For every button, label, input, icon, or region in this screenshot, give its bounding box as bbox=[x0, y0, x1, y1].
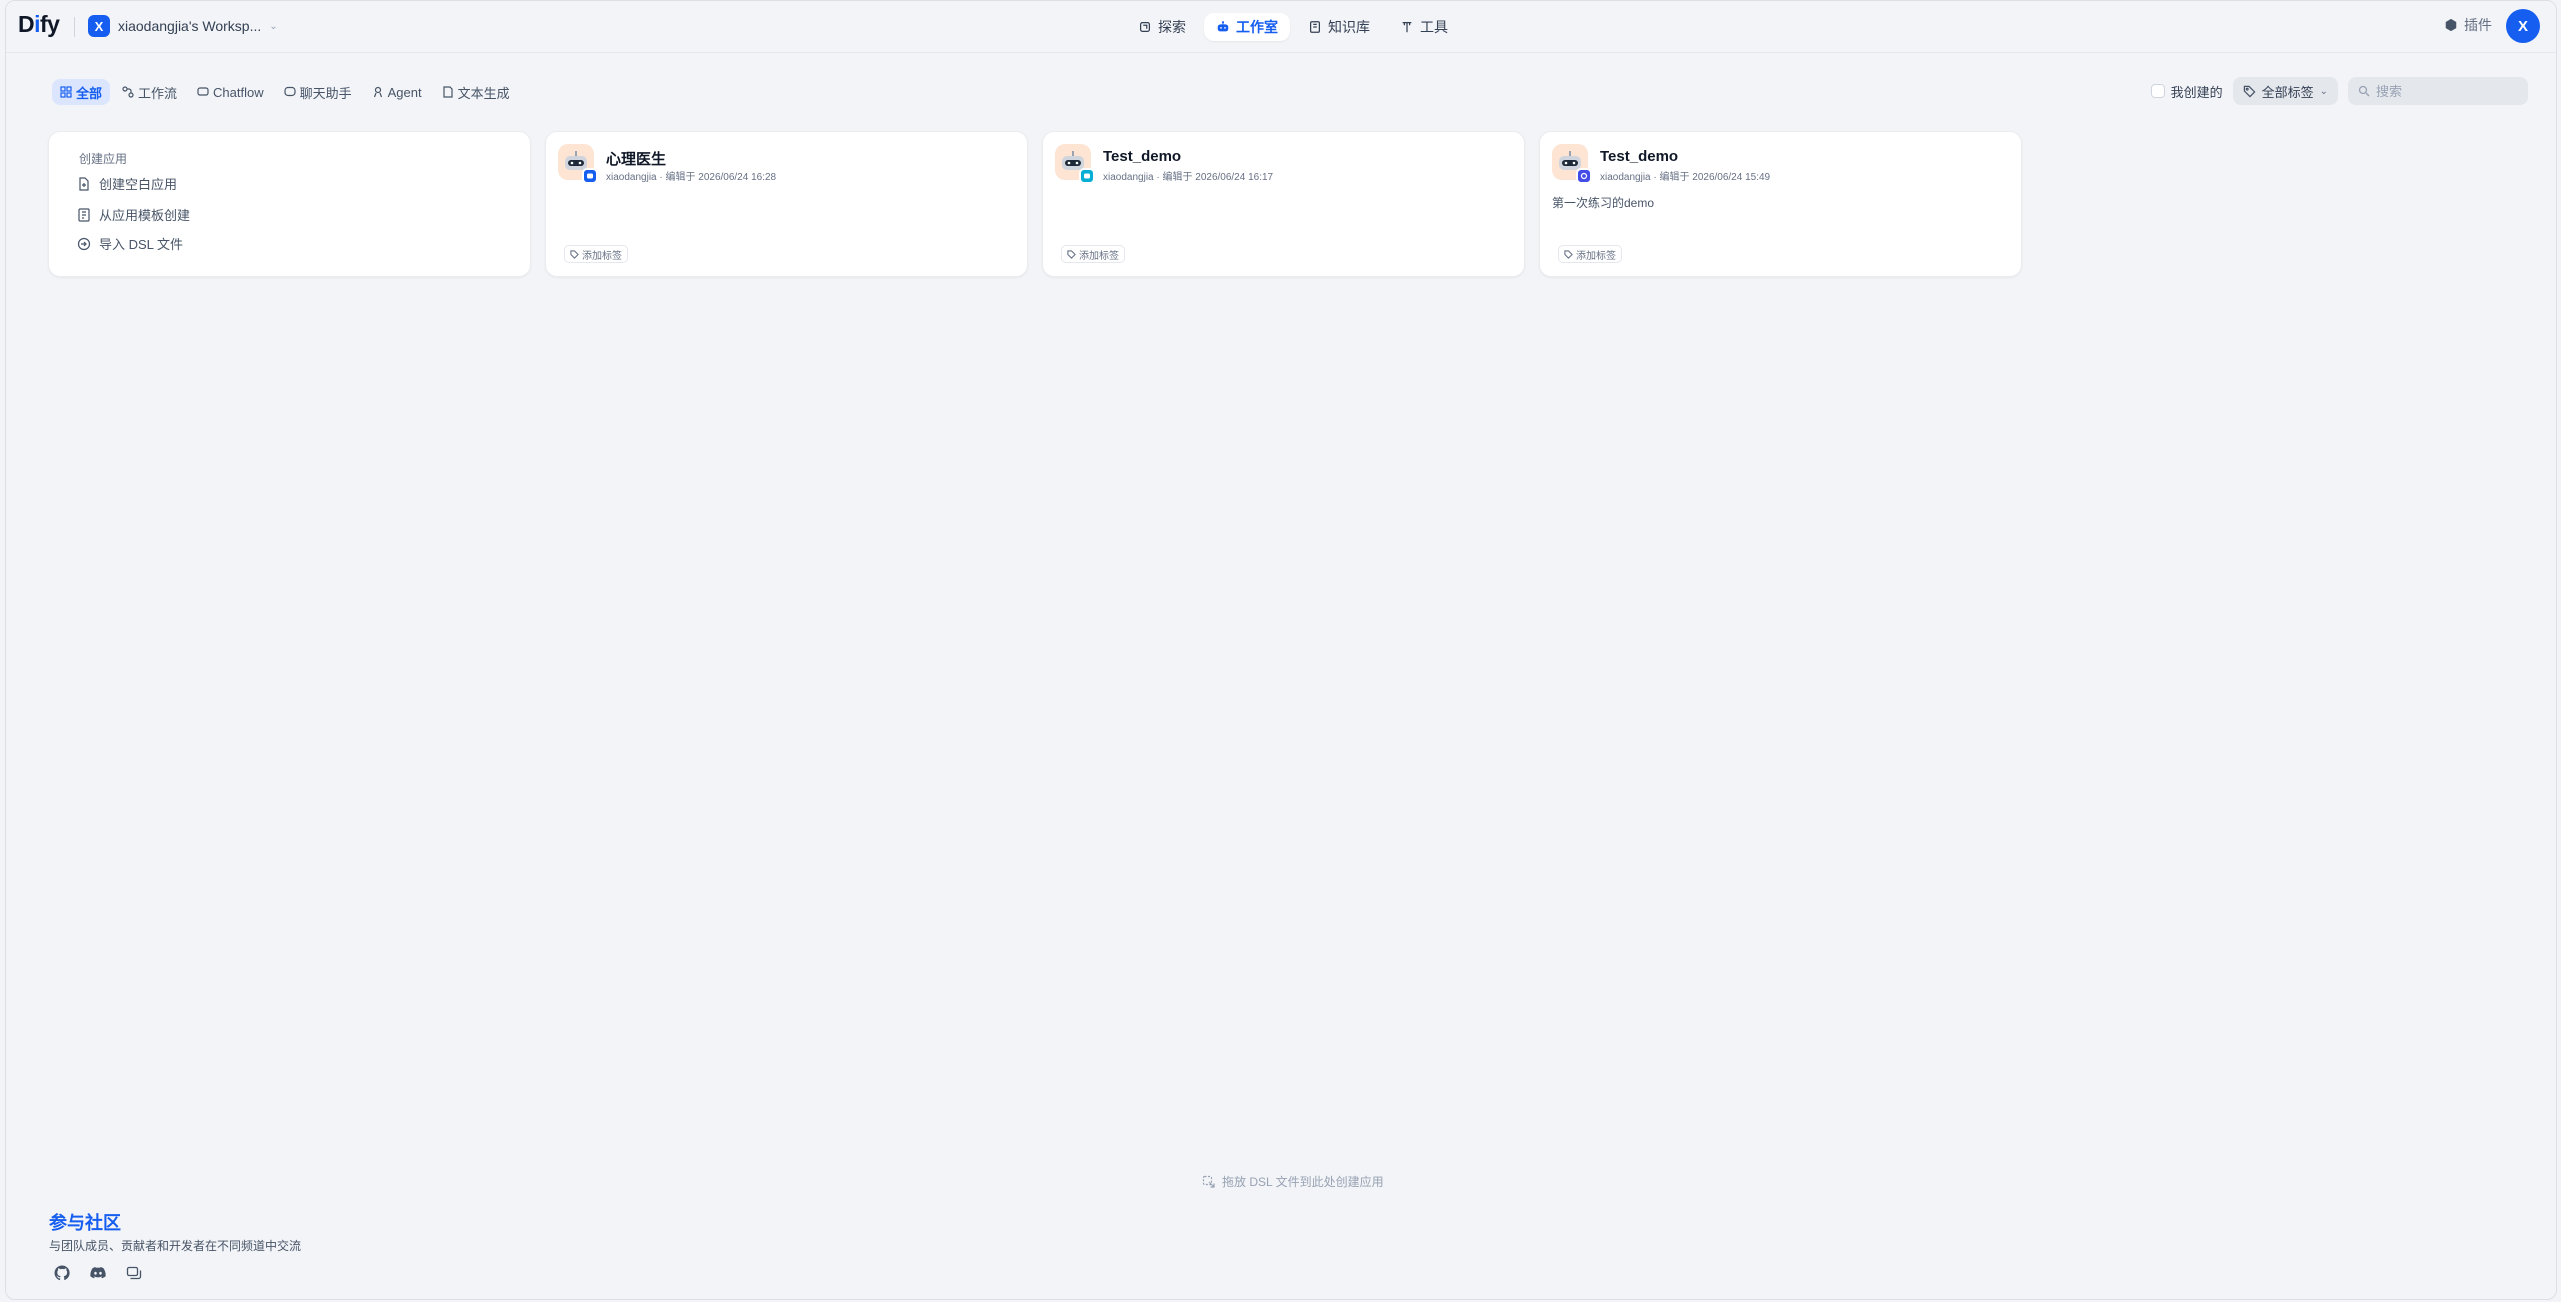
tool-icon bbox=[1402, 22, 1412, 33]
app-description: 第一次练习的demo bbox=[1552, 196, 1655, 210]
add-tag-button[interactable]: 添加标签 bbox=[1061, 245, 1125, 263]
workflow-mode-badge-icon bbox=[1576, 168, 1592, 184]
tag-icon bbox=[1564, 249, 1573, 259]
forum-icon[interactable] bbox=[126, 1265, 144, 1283]
dsl-drop-hint: 拖放 DSL 文件到此处创建应用 bbox=[1202, 1173, 1384, 1190]
search-input[interactable] bbox=[2376, 83, 2516, 99]
app-card[interactable]: 心理医生 xiaodangjia · 编辑于 2026/06/24 16:28 … bbox=[545, 131, 1028, 277]
create-app-card: 创建应用 创建空白应用 从应用模板创建 导入 DSL 文件 bbox=[48, 131, 531, 277]
grid-icon bbox=[60, 86, 72, 98]
drop-file-icon bbox=[1202, 1175, 1215, 1188]
tag-icon bbox=[570, 249, 579, 259]
social-links bbox=[54, 1265, 144, 1283]
top-bar: Dify X xiaodangjia's Worksp... ⌄ 探索 工作室 … bbox=[6, 1, 2556, 53]
chatflow-mode-badge-icon bbox=[1079, 168, 1095, 184]
robot-icon bbox=[1217, 21, 1229, 32]
file-plus-icon bbox=[79, 176, 89, 191]
nav-explore[interactable]: 探索 bbox=[1126, 13, 1198, 41]
tab-chat-assistant[interactable]: 聊天助手 bbox=[276, 79, 360, 105]
chevron-down-icon: ⌄ bbox=[2319, 85, 2328, 97]
nav-tools[interactable]: 工具 bbox=[1388, 13, 1460, 41]
app-meta: xiaodangjia · 编辑于 2026/06/24 16:17 bbox=[1103, 172, 1274, 183]
chevron-down-icon: ⌄ bbox=[269, 20, 278, 32]
import-icon bbox=[77, 237, 91, 250]
app-card[interactable]: Test_demo xiaodangjia · 编辑于 2026/06/24 1… bbox=[1539, 131, 2022, 277]
plugins-button[interactable]: 插件 bbox=[2444, 15, 2492, 35]
community-title: 参与社区 bbox=[49, 1213, 121, 1233]
tag-icon bbox=[2243, 85, 2256, 97]
nav-studio[interactable]: 工作室 bbox=[1204, 13, 1290, 41]
workflow-icon bbox=[122, 86, 134, 98]
agent-icon bbox=[373, 86, 382, 98]
tab-workflow[interactable]: 工作流 bbox=[114, 79, 185, 105]
chat-icon bbox=[284, 86, 296, 97]
chat-bubble-icon bbox=[197, 87, 209, 96]
workspace-avatar: X bbox=[88, 15, 110, 37]
create-from-template-button[interactable]: 从应用模板创建 bbox=[77, 205, 190, 224]
tag-filter-dropdown[interactable]: 全部标签 ⌄ bbox=[2232, 77, 2338, 105]
tab-chatflow[interactable]: Chatflow bbox=[189, 79, 272, 105]
created-by-me-toggle[interactable]: 我创建的 bbox=[2150, 82, 2223, 101]
workspace-switcher[interactable]: X xiaodangjia's Worksp... ⌄ bbox=[82, 13, 284, 39]
document-icon bbox=[443, 86, 453, 98]
filter-bar: 我创建的 全部标签 ⌄ bbox=[2150, 77, 2528, 105]
app-name: Test_demo bbox=[1103, 148, 1182, 165]
tab-all[interactable]: 全部 bbox=[52, 79, 111, 105]
app-name: 心理医生 bbox=[606, 151, 667, 168]
main-nav: 探索 工作室 知识库 工具 bbox=[1126, 13, 1460, 41]
import-dsl-button[interactable]: 导入 DSL 文件 bbox=[77, 234, 183, 253]
book-icon bbox=[1310, 21, 1320, 33]
app-type-tabs: 全部 工作流 Chatflow 聊天助手 Agent 文本生成 bbox=[52, 79, 518, 105]
discord-icon[interactable] bbox=[90, 1265, 108, 1283]
app-window: Dify X xiaodangjia's Worksp... ⌄ 探索 工作室 … bbox=[5, 0, 2557, 1300]
add-tag-button[interactable]: 添加标签 bbox=[1558, 245, 1622, 263]
create-blank-app-button[interactable]: 创建空白应用 bbox=[77, 174, 177, 193]
header-divider bbox=[74, 17, 75, 37]
app-meta: xiaodangjia · 编辑于 2026/06/24 15:49 bbox=[1600, 172, 1771, 183]
template-icon bbox=[78, 207, 90, 222]
app-card[interactable]: Test_demo xiaodangjia · 编辑于 2026/06/24 1… bbox=[1042, 131, 1525, 277]
github-icon[interactable] bbox=[54, 1265, 72, 1283]
workspace-name: xiaodangjia's Worksp... bbox=[118, 18, 262, 34]
create-app-title: 创建应用 bbox=[79, 152, 128, 166]
tab-text-generation[interactable]: 文本生成 bbox=[434, 79, 518, 105]
user-avatar[interactable]: X bbox=[2506, 9, 2540, 43]
cube-icon bbox=[2445, 18, 2457, 32]
nav-knowledge[interactable]: 知识库 bbox=[1296, 13, 1382, 41]
app-name: Test_demo bbox=[1600, 148, 1679, 165]
community-description: 与团队成员、贡献者和开发者在不同频道中交流 bbox=[49, 1239, 302, 1253]
explore-icon bbox=[1140, 22, 1150, 32]
add-tag-button[interactable]: 添加标签 bbox=[564, 245, 628, 263]
created-by-me-checkbox[interactable] bbox=[2150, 84, 2165, 98]
search-box[interactable] bbox=[2348, 77, 2528, 105]
app-meta: xiaodangjia · 编辑于 2026/06/24 16:28 bbox=[606, 172, 777, 183]
tab-agent[interactable]: Agent bbox=[364, 79, 430, 105]
search-icon bbox=[2358, 85, 2370, 97]
chat-mode-badge-icon bbox=[582, 168, 598, 184]
dify-logo[interactable]: Dify bbox=[18, 11, 60, 38]
tag-icon bbox=[1067, 249, 1076, 259]
